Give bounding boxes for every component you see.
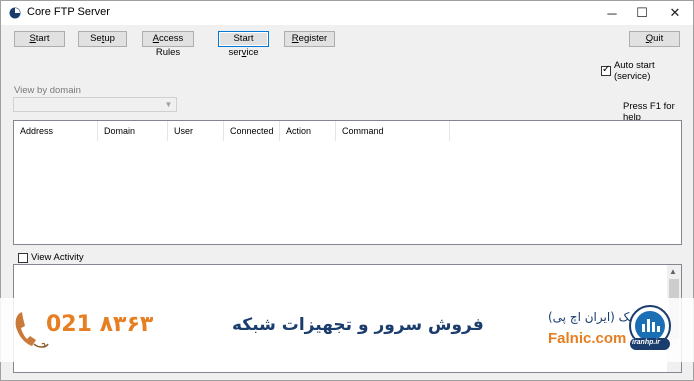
setup-label: up [104,33,115,44]
setup-label-pre: Se [90,33,102,44]
scroll-up-icon[interactable]: ▲ [669,267,677,276]
quit-button[interactable]: Quit [629,31,680,47]
logo-caption: iranhp.ir [632,339,661,346]
title-bar[interactable]: Core FTP Server ─ ☐ ✕ [1,1,693,25]
start-label: tart [35,33,50,44]
window-title: Core FTP Server [27,6,110,18]
brand-name-en: Falnic.com [548,330,627,347]
chevron-down-icon[interactable]: ▼ [163,99,174,110]
auto-start-check-icon[interactable] [601,64,611,76]
phone-number: 021 ۸۳۶۳ [46,312,154,337]
minimize-button[interactable]: ─ [596,1,628,25]
view-activity-checkbox[interactable]: View Activity [18,252,84,263]
column-header-domain[interactable]: Domain [98,121,168,141]
banner-tagline: فروش سرور و تجهیزات شبکه [232,315,484,335]
register-button[interactable]: Register [284,31,335,47]
access-rules-button[interactable]: Access Rules [142,31,194,58]
view-activity-check-icon[interactable] [18,252,28,263]
auto-start-label: Auto start (service) [613,60,655,82]
start-service-button[interactable]: Start service [218,31,269,58]
view-by-domain-label: View by domain [14,85,81,96]
register-label: egister [298,33,328,44]
domain-select[interactable]: ▼ [13,97,177,112]
auto-start-checkbox[interactable]: Auto start (service) [601,60,693,82]
column-header-address[interactable]: Address [14,121,98,141]
column-header-action[interactable]: Action [280,121,336,141]
maximize-button[interactable]: ☐ [626,1,658,25]
access-rules-label: ccess Rules [155,33,184,58]
start-service-label: ice [246,47,259,58]
watermark-banner: 021 ۸۳۶۳ فروش سرور و تجهیزات شبکه فالنیک… [0,298,694,362]
falnic-logo-icon [629,305,671,350]
start-button[interactable]: Start [14,31,65,47]
column-header-user[interactable]: User [168,121,224,141]
connections-list[interactable]: Address Domain User Connected Action Com… [13,120,682,245]
app-logo-icon [9,7,21,19]
column-header-connected[interactable]: Connected [224,121,280,141]
close-button[interactable]: ✕ [659,1,691,25]
view-activity-label: View Activity [31,252,84,263]
quit-label: uit [653,33,664,44]
setup-button[interactable]: Setup [78,31,127,47]
register-accel: R [291,33,299,44]
column-header-command[interactable]: Command [336,121,450,141]
